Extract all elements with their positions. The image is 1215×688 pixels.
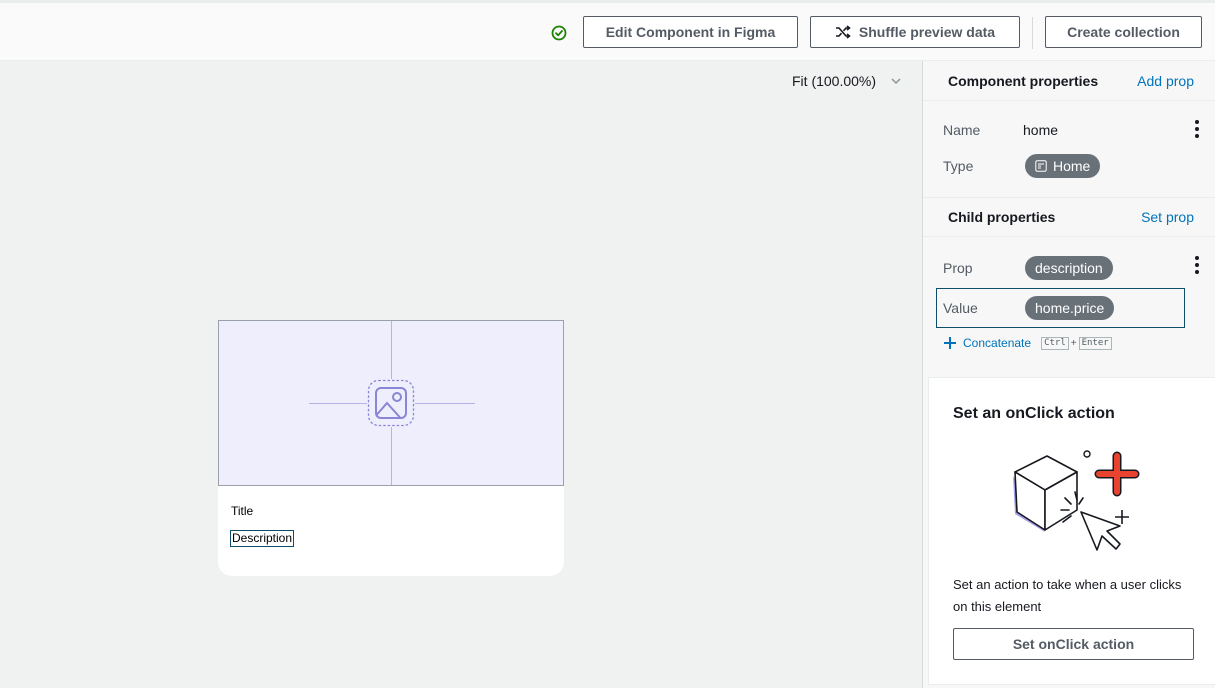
component-card[interactable]: Title Description (218, 320, 564, 576)
set-prop-link[interactable]: Set prop (1141, 209, 1194, 225)
set-onclick-action-button[interactable]: Set onClick action (953, 628, 1194, 660)
type-pill: Home (1025, 154, 1101, 178)
create-collection-button[interactable]: Create collection (1045, 16, 1202, 48)
type-value: Home (1053, 158, 1091, 174)
onclick-title: Set an onClick action (953, 405, 1115, 422)
shortcut-enter: Enter (1078, 336, 1112, 350)
prop-label: Prop (943, 260, 973, 276)
card-image-placeholder (218, 320, 564, 486)
add-prop-link[interactable]: Add prop (1137, 73, 1194, 89)
prop-pill[interactable]: description (1025, 256, 1113, 280)
concatenate-label: Concatenate (963, 336, 1032, 350)
component-kebab-menu-icon[interactable] (1194, 120, 1200, 138)
properties-panel: Component properties Add prop Name home … (922, 61, 1215, 688)
toolbar-divider (1032, 17, 1033, 49)
plus-icon (944, 337, 956, 349)
component-properties-title: Component properties (948, 72, 1099, 89)
onclick-action-card: Set an onClick action Set an action to t… (928, 377, 1215, 685)
set-onclick-action-label: Set onClick action (1012, 636, 1135, 652)
component-type-icon (1035, 160, 1047, 172)
value-value: home.price (1035, 300, 1105, 316)
card-description[interactable]: Description (230, 530, 295, 547)
shortcut-ctrl: Ctrl (1041, 336, 1069, 350)
shortcut-plus: + (1070, 337, 1077, 349)
shuffle-icon (835, 25, 851, 39)
prop-value: description (1035, 260, 1103, 276)
name-label: Name (943, 122, 981, 138)
child-kebab-menu-icon[interactable] (1194, 256, 1200, 274)
cube-cursor-illustration (1013, 450, 1140, 551)
edit-in-figma-label: Edit Component in Figma (605, 24, 776, 40)
shuffle-preview-data-label: Shuffle preview data (858, 24, 996, 40)
edit-in-figma-button[interactable]: Edit Component in Figma (583, 16, 798, 48)
top-toolbar: Edit Component in Figma Shuffle preview … (0, 0, 1215, 61)
value-label: Value (943, 300, 978, 316)
onclick-description: Set an action to take when a user clicks… (953, 577, 1182, 614)
zoom-label: Fit (100.00%) (792, 73, 877, 89)
child-properties-title: Child properties (948, 209, 1056, 225)
chevron-down-icon (891, 78, 901, 85)
zoom-select[interactable]: Fit (100.00%) (792, 73, 902, 89)
concatenate-shortcut: Ctrl + Enter (1041, 336, 1112, 350)
card-title[interactable]: Title (231, 504, 253, 518)
component-properties-header: Component properties Add prop (923, 61, 1215, 101)
type-label: Type (943, 158, 974, 174)
image-placeholder-icon (367, 379, 415, 427)
create-collection-label: Create collection (1067, 24, 1180, 40)
concatenate-button[interactable]: Concatenate Ctrl + Enter (943, 336, 1112, 350)
child-properties-header: Child properties Set prop (923, 197, 1215, 237)
shuffle-preview-data-button[interactable]: Shuffle preview data (810, 16, 1020, 48)
value-pill[interactable]: home.price (1025, 296, 1115, 320)
check-circle-icon (551, 25, 567, 41)
preview-canvas: Fit (100.00%) Title Description (0, 61, 922, 688)
name-value: home (1023, 122, 1059, 138)
